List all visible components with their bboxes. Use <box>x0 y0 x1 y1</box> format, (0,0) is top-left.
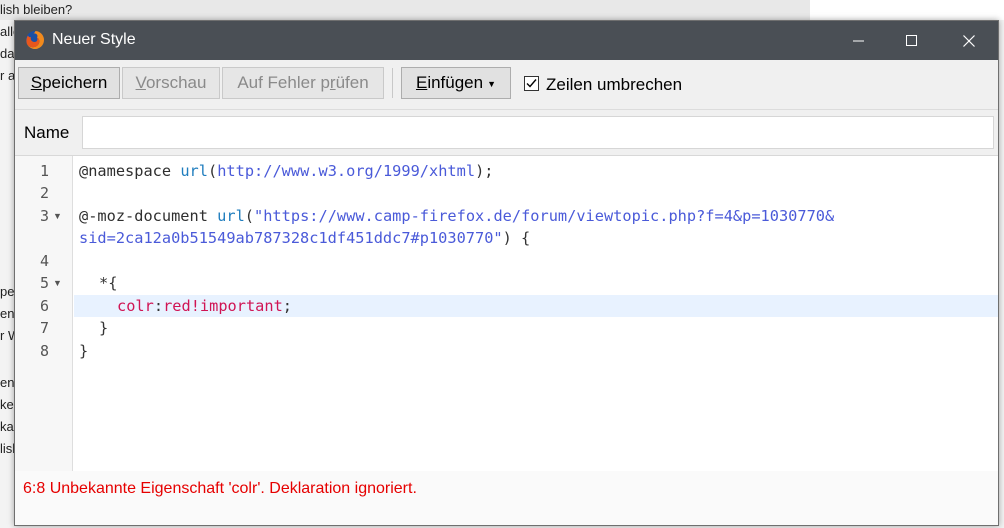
save-button[interactable]: Speichern <box>18 67 120 99</box>
code-line-3: @-moz-document url("https://www.camp-fir… <box>79 207 835 225</box>
wrap-lines-label[interactable]: Zeilen umbrechen <box>546 75 682 95</box>
background-header <box>0 0 810 20</box>
preview-button-label: Vorschau <box>135 73 207 92</box>
error-message: 6:8 Unbekannte Eigenschaft 'colr'. Dekla… <box>23 480 417 497</box>
line-number: 5 <box>39 274 49 292</box>
save-button-label: Speichern <box>30 73 108 92</box>
line-number: 2 <box>39 184 49 202</box>
name-input[interactable] <box>82 116 994 149</box>
preview-button[interactable]: Vorschau <box>122 67 220 99</box>
background-text: r a <box>0 68 16 83</box>
toolbar-separator <box>392 68 393 98</box>
code-line-3-wrapped: sid=2ca12a0b51549ab787328c1df451ddc7#p10… <box>79 229 531 247</box>
maximize-icon <box>906 35 917 46</box>
style-editor-window: Neuer Style Speichern Vorschau Auf Fehle… <box>14 20 999 526</box>
line-number: 3 <box>39 207 49 225</box>
background-text: lish bleiben? <box>0 2 73 17</box>
wrap-lines-checkbox[interactable] <box>524 76 539 91</box>
fold-arrow-icon[interactable]: ▼ <box>53 205 62 227</box>
insert-dropdown-button[interactable]: Einfügen ▼ <box>401 67 511 99</box>
check-errors-button-label: Auf Fehler prüfen <box>237 73 369 92</box>
name-label: Name <box>24 123 70 142</box>
maximize-button[interactable] <box>889 21 935 60</box>
line-number: 1 <box>39 162 49 180</box>
code-line-5: *{ <box>99 274 118 292</box>
minimize-icon <box>853 40 864 42</box>
name-bar: Name <box>15 110 998 156</box>
code-line-8: } <box>79 342 89 360</box>
fold-arrow-icon[interactable]: ▼ <box>53 272 62 294</box>
close-icon <box>963 35 975 47</box>
background-text: ka <box>0 419 14 434</box>
code-editor[interactable]: 1 2 3 ▼ 4 5 ▼ 6 7 8 @namespace url(http:… <box>15 156 998 471</box>
code-line-7: } <box>99 319 109 337</box>
background-text: en <box>0 306 15 321</box>
checkmark-icon <box>526 79 537 88</box>
line-number: 4 <box>39 252 49 270</box>
line-number: 7 <box>39 319 49 337</box>
line-gutter: 1 2 3 ▼ 4 5 ▼ 6 7 8 <box>15 156 73 471</box>
background-text: da <box>0 46 15 61</box>
code-line-6: colr:red!important; <box>117 297 293 315</box>
minimize-button[interactable] <box>836 21 882 60</box>
chevron-down-icon: ▼ <box>487 78 497 89</box>
firefox-icon <box>26 31 44 49</box>
background-right-panel <box>810 0 1004 20</box>
line-number: 6 <box>39 297 49 315</box>
background-text: en <box>0 375 15 390</box>
insert-button-label: Einfügen <box>415 73 484 92</box>
status-bar: 6:8 Unbekannte Eigenschaft 'colr'. Dekla… <box>15 471 998 525</box>
close-button[interactable] <box>946 21 992 60</box>
background-text: pe <box>0 284 15 299</box>
toolbar: Speichern Vorschau Auf Fehler prüfen Ein… <box>15 60 998 110</box>
check-errors-button[interactable]: Auf Fehler prüfen <box>222 67 384 99</box>
window-title: Neuer Style <box>52 31 136 48</box>
line-number: 8 <box>39 342 49 360</box>
title-bar[interactable]: Neuer Style <box>15 21 998 60</box>
code-line-1: @namespace url(http://www.w3.org/1999/xh… <box>79 162 494 180</box>
background-text: ke <box>0 397 14 412</box>
